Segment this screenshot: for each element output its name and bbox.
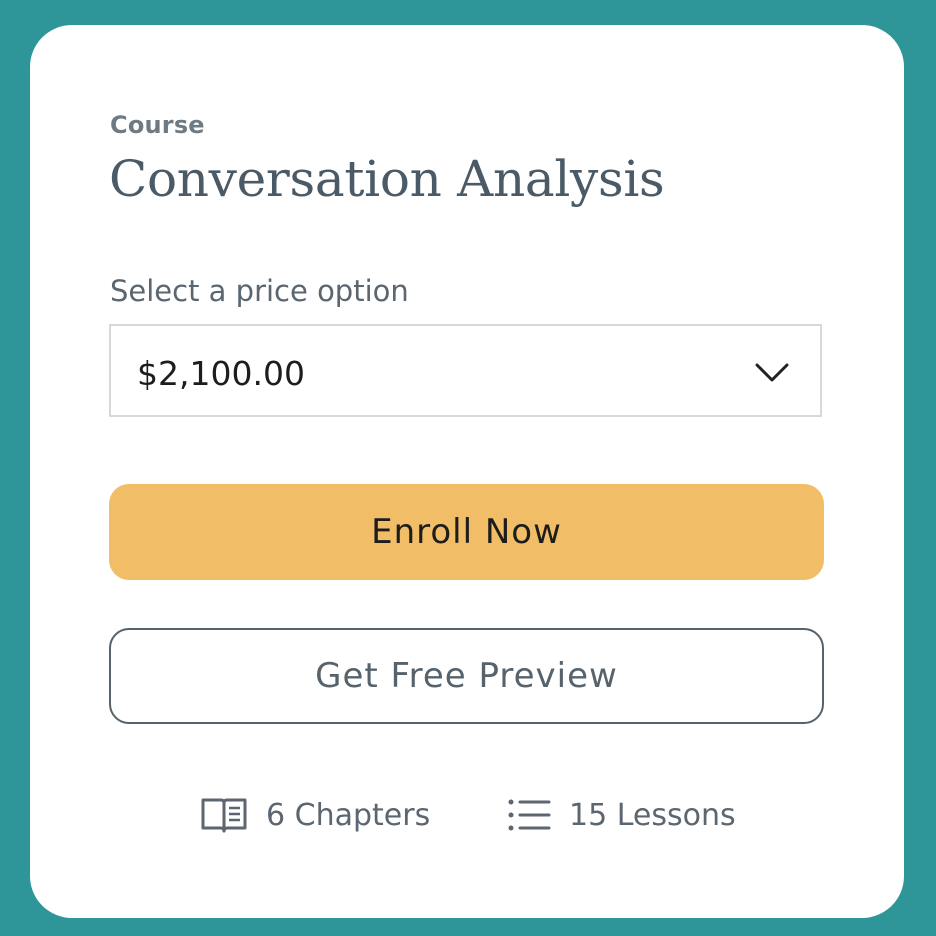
- book-icon: [201, 798, 247, 833]
- course-title: Conversation Analysis: [109, 150, 665, 208]
- list-icon: [508, 799, 551, 831]
- chapters-count: 6 Chapters: [200, 793, 430, 837]
- price-option-select[interactable]: $2,100.00: [109, 324, 822, 417]
- course-card: Course Conversation Analysis Select a pr…: [30, 25, 904, 918]
- get-free-preview-button[interactable]: Get Free Preview: [109, 628, 824, 724]
- enroll-now-label: Enroll Now: [371, 512, 562, 552]
- lessons-count-label: 15 Lessons: [569, 797, 736, 833]
- chevron-down-icon: [755, 363, 789, 382]
- lessons-count: 15 Lessons: [507, 793, 736, 837]
- price-select-value: $2,100.00: [137, 354, 305, 393]
- enroll-now-button[interactable]: Enroll Now: [109, 484, 824, 580]
- course-eyebrow-label: Course: [110, 111, 205, 139]
- price-select-label: Select a price option: [110, 274, 409, 308]
- chapters-count-label: 6 Chapters: [266, 797, 431, 833]
- get-free-preview-label: Get Free Preview: [315, 656, 618, 696]
